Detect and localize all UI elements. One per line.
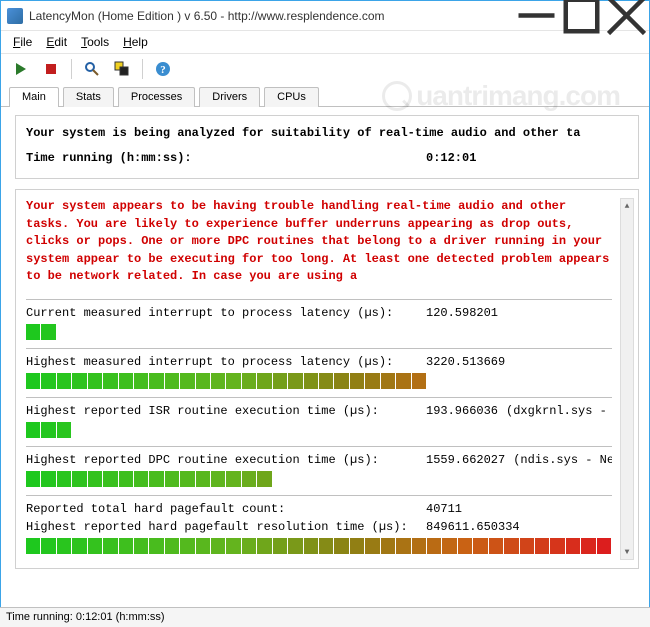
play-button[interactable]	[9, 58, 33, 80]
help-icon[interactable]: ?	[151, 58, 175, 80]
separator	[71, 59, 72, 79]
minimize-button[interactable]	[514, 1, 559, 31]
metric-value: 849611.650334	[426, 520, 520, 534]
stop-button[interactable]	[39, 58, 63, 80]
toolbar: ?	[1, 53, 649, 84]
latency-bar	[26, 471, 612, 487]
divider	[26, 348, 612, 349]
metric-value: 193.966036	[426, 404, 498, 418]
menu-help[interactable]: Help	[117, 33, 154, 51]
diagnostics-panel: ▲ ▼ Your system appears to be having tro…	[15, 189, 639, 569]
maximize-button[interactable]	[559, 1, 604, 31]
metric-dpc: Highest reported DPC routine execution t…	[26, 453, 612, 487]
menu-tools[interactable]: Tools	[75, 33, 115, 51]
scroll-down-icon[interactable]: ▼	[621, 545, 633, 559]
scroll-up-icon[interactable]: ▲	[621, 199, 633, 213]
separator	[142, 59, 143, 79]
status-text: Time running: 0:12:01 (h:mm:ss)	[6, 611, 165, 623]
divider	[26, 397, 612, 398]
menu-edit[interactable]: Edit	[40, 33, 73, 51]
tab-bar: Main Stats Processes Drivers CPUs	[1, 86, 649, 107]
metric-label: Highest reported DPC routine execution t…	[26, 453, 426, 467]
analysis-panel: Your system is being analyzed for suitab…	[15, 115, 639, 179]
metric-highest-latency: Highest measured interrupt to process la…	[26, 355, 612, 389]
metric-label: Highest reported hard pagefault resoluti…	[26, 520, 426, 534]
metric-value: 1559.662027	[426, 453, 505, 467]
metric-label: Highest reported ISR routine execution t…	[26, 404, 426, 418]
metric-pagefault-time: Highest reported hard pagefault resoluti…	[26, 520, 612, 554]
tab-stats[interactable]: Stats	[63, 87, 114, 107]
time-running-value: 0:12:01	[426, 149, 476, 168]
divider	[26, 299, 612, 300]
status-bar: Time running: 0:12:01 (h:mm:ss)	[0, 607, 650, 627]
window-title: LatencyMon (Home Edition ) v 6.50 - http…	[29, 9, 514, 23]
latency-bar	[26, 324, 612, 340]
tab-drivers[interactable]: Drivers	[199, 87, 260, 107]
windows-icon[interactable]	[110, 58, 134, 80]
analysis-line: Your system is being analyzed for suitab…	[26, 124, 628, 143]
metric-current-latency: Current measured interrupt to process la…	[26, 306, 612, 340]
latency-bar	[26, 422, 612, 438]
latency-bar	[26, 373, 612, 389]
metric-pagefault-count: Reported total hard pagefault count: 407…	[26, 502, 612, 516]
metric-value: 40711	[426, 502, 462, 516]
app-icon	[7, 8, 23, 24]
scrollbar[interactable]: ▲ ▼	[620, 198, 634, 560]
tab-main[interactable]: Main	[9, 87, 59, 107]
metric-value: 3220.513669	[426, 355, 505, 369]
main-content: Your system is being analyzed for suitab…	[1, 107, 649, 607]
menu-file[interactable]: File	[7, 33, 38, 51]
tab-cpus[interactable]: CPUs	[264, 87, 319, 107]
time-running-label: Time running (h:mm:ss):	[26, 149, 426, 168]
metric-label: Current measured interrupt to process la…	[26, 306, 426, 320]
tab-processes[interactable]: Processes	[118, 87, 195, 107]
svg-text:?: ?	[160, 64, 166, 76]
metric-isr: Highest reported ISR routine execution t…	[26, 404, 612, 438]
metric-value: 120.598201	[426, 306, 498, 320]
metric-extra: (dxgkrnl.sys - Dire	[506, 404, 612, 418]
warning-text: Your system appears to be having trouble…	[26, 198, 612, 285]
divider	[26, 495, 612, 496]
close-button[interactable]	[604, 1, 649, 31]
metric-extra: (ndis.sys - Networ	[513, 453, 612, 467]
latency-bar	[26, 538, 612, 554]
title-bar: LatencyMon (Home Edition ) v 6.50 - http…	[1, 1, 649, 31]
search-icon[interactable]	[80, 58, 104, 80]
divider	[26, 446, 612, 447]
metric-label: Highest measured interrupt to process la…	[26, 355, 426, 369]
metric-label: Reported total hard pagefault count:	[26, 502, 426, 516]
